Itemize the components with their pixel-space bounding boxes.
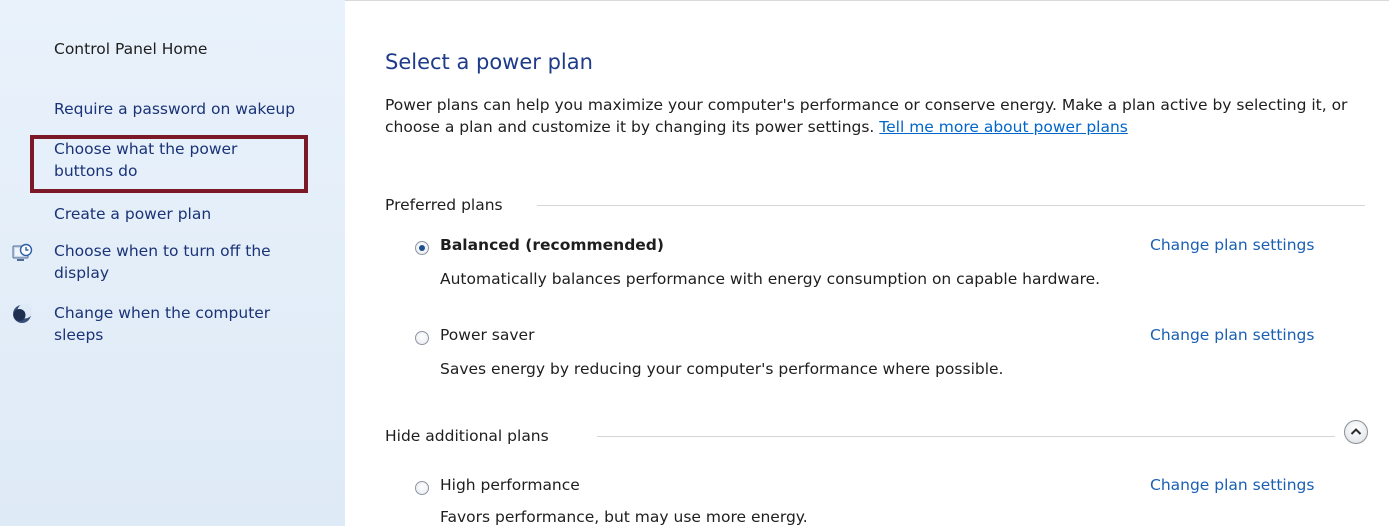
plan-name-power-saver[interactable]: Power saver	[440, 326, 534, 344]
power-saver-radio[interactable]	[415, 331, 429, 345]
sidebar-item-create-plan[interactable]: Create a power plan	[54, 203, 211, 225]
description-text: Power plans can help you maximize your c…	[385, 96, 1348, 136]
plan-desc-power-saver: Saves energy by reducing your computer's…	[440, 360, 1004, 378]
sidebar-item-display-off[interactable]: Choose when to turn off the display	[54, 240, 271, 284]
section-divider	[597, 436, 1335, 437]
plan-name-high-performance[interactable]: High performance	[440, 476, 580, 494]
sidebar-item-label: Change when the computer	[54, 304, 271, 322]
moon-icon	[11, 303, 33, 325]
additional-plans-header[interactable]: Hide additional plans	[385, 427, 549, 445]
power-options-window: Control Panel Home Require a password on…	[0, 0, 1389, 526]
change-plan-settings-balanced-link[interactable]: Change plan settings	[1150, 236, 1314, 254]
clock-icon	[11, 242, 33, 264]
plan-desc-balanced: Automatically balances performance with …	[440, 270, 1101, 288]
control-panel-home-link[interactable]: Control Panel Home	[54, 38, 207, 60]
plan-name-balanced[interactable]: Balanced (recommended)	[440, 236, 664, 254]
section-divider	[537, 205, 1365, 206]
sidebar-item-label: display	[54, 264, 110, 282]
plan-desc-high-performance: Favors performance, but may use more ene…	[440, 508, 808, 526]
high-performance-radio[interactable]	[415, 481, 429, 495]
page-title: Select a power plan	[385, 50, 593, 74]
sidebar-item-label: Choose when to turn off the	[54, 242, 271, 260]
sidebar-item-require-password[interactable]: Require a password on wakeup	[54, 98, 295, 120]
highlight-annotation-box	[30, 135, 308, 193]
help-link[interactable]: Tell me more about power plans	[879, 118, 1128, 136]
change-plan-settings-power-saver-link[interactable]: Change plan settings	[1150, 326, 1314, 344]
preferred-plans-header: Preferred plans	[385, 196, 503, 214]
change-plan-settings-high-performance-link[interactable]: Change plan settings	[1150, 476, 1314, 494]
balanced-radio[interactable]	[415, 241, 429, 255]
sidebar-item-label: sleeps	[54, 326, 104, 344]
sidebar-item-sleep[interactable]: Change when the computer sleeps	[54, 302, 270, 346]
collapse-plans-button[interactable]	[1344, 420, 1368, 444]
sidebar: Control Panel Home Require a password on…	[0, 0, 345, 526]
page-description: Power plans can help you maximize your c…	[385, 94, 1365, 138]
